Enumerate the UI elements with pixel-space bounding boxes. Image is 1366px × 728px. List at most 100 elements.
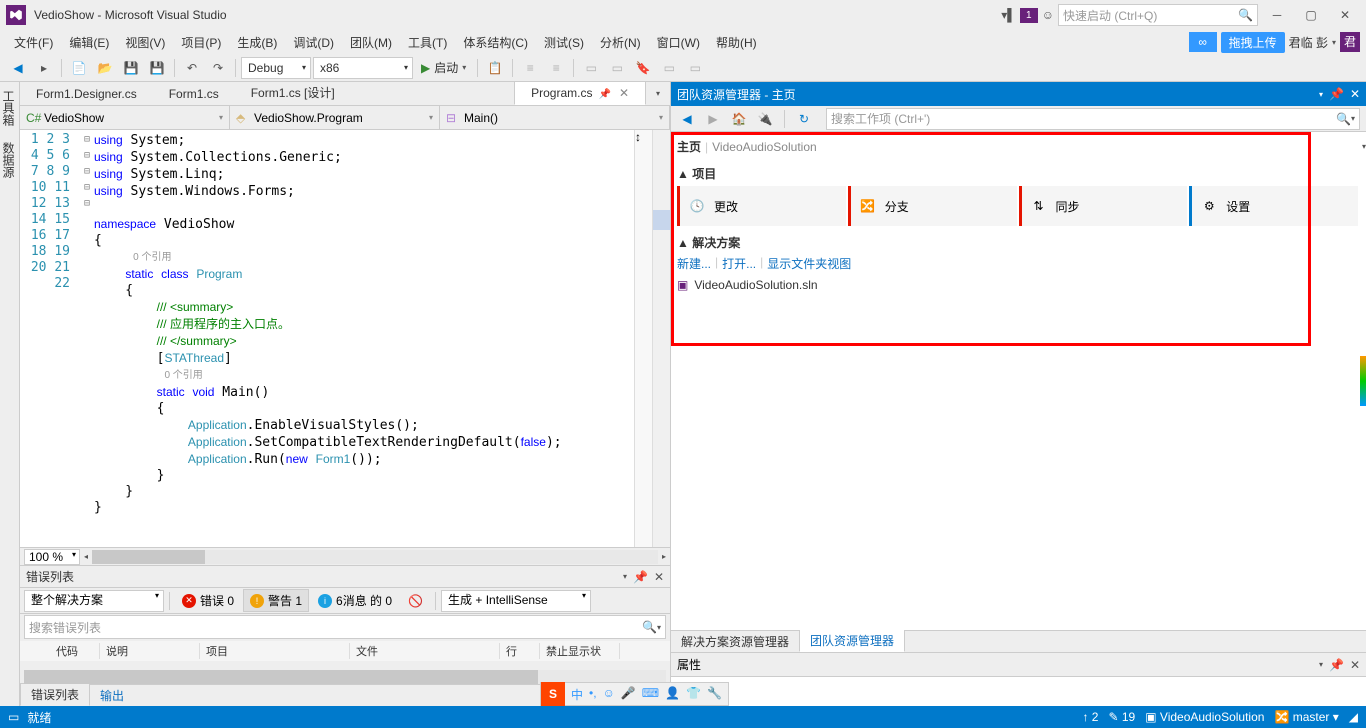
menu-edit[interactable]: 编辑(E): [61, 32, 117, 53]
home-icon[interactable]: 🏠: [729, 109, 749, 129]
scope-select[interactable]: 整个解决方案: [24, 590, 164, 612]
user-name[interactable]: 君临 彭: [1289, 34, 1328, 51]
user-dropdown-icon[interactable]: ▾: [1332, 38, 1336, 47]
tab-program-cs[interactable]: Program.cs📌✕: [514, 82, 646, 105]
link-show[interactable]: 显示文件夹视图: [767, 255, 851, 272]
forward-button[interactable]: ▸: [32, 56, 56, 80]
editor-hscroll[interactable]: [92, 550, 658, 564]
menu-project[interactable]: 项目(P): [173, 32, 229, 53]
scroll-left-icon[interactable]: ◂: [84, 552, 88, 561]
save-button[interactable]: 💾: [119, 56, 143, 80]
nav-class[interactable]: ⬘VedioShow.Program: [230, 106, 440, 129]
link-new[interactable]: 新建...: [677, 255, 711, 272]
split-button[interactable]: ↕: [634, 130, 652, 547]
close-panel-icon[interactable]: ✕: [654, 570, 664, 584]
ime-punct-icon[interactable]: •,: [589, 686, 597, 703]
undo-button[interactable]: ↶: [180, 56, 204, 80]
forward-button[interactable]: ▶: [703, 109, 723, 129]
menu-team[interactable]: 团队(M): [342, 32, 400, 53]
tile-branches[interactable]: 🔀分支: [848, 186, 1017, 226]
code-content[interactable]: using System; using System.Collections.G…: [94, 130, 634, 547]
refresh-icon[interactable]: ↻: [794, 109, 814, 129]
ime-skin-icon[interactable]: 👕: [686, 686, 701, 703]
pin-icon[interactable]: 📌: [598, 89, 610, 100]
ime-bar[interactable]: S 中 •, ☺ 🎤 ⌨ 👤 👕 🔧: [540, 682, 729, 706]
tile-settings[interactable]: ⚙设置: [1189, 186, 1358, 226]
tb-btn-4[interactable]: ▭: [579, 56, 603, 80]
redo-button[interactable]: ↷: [206, 56, 230, 80]
link-open[interactable]: 打开...: [722, 255, 756, 272]
flag-icon[interactable]: ▾▌: [1001, 8, 1016, 22]
notification-badge[interactable]: 1: [1020, 8, 1038, 23]
error-search-input[interactable]: 搜索错误列表 🔍▾: [24, 615, 666, 639]
col-file[interactable]: 文件: [350, 643, 500, 659]
menu-file[interactable]: 文件(F): [6, 32, 61, 53]
back-button[interactable]: ◀: [677, 109, 697, 129]
pin-icon[interactable]: 📌: [1329, 87, 1344, 101]
status-up[interactable]: ↑ 2: [1082, 710, 1098, 724]
tab-form1-cs[interactable]: Form1.cs: [153, 83, 235, 105]
col-code[interactable]: 代码: [50, 643, 100, 659]
menu-build[interactable]: 生成(B): [229, 32, 285, 53]
col-suppress[interactable]: 禁止显示状: [540, 643, 620, 659]
ime-lang[interactable]: 中: [571, 686, 583, 703]
fold-column[interactable]: ⊟ ⊟ ⊟ ⊟ ⊟: [80, 130, 94, 547]
platform-select[interactable]: x86: [313, 57, 413, 79]
ime-emoji-icon[interactable]: ☺: [603, 686, 615, 703]
tb-btn-2[interactable]: ≡: [518, 56, 542, 80]
new-project-button[interactable]: 📄: [67, 56, 91, 80]
menu-analyze[interactable]: 分析(N): [592, 32, 649, 53]
tb-btn-5[interactable]: ▭: [605, 56, 629, 80]
open-button[interactable]: 📂: [93, 56, 117, 80]
back-button[interactable]: ◀: [6, 56, 30, 80]
solution-file[interactable]: ▣ VideoAudioSolution.sln: [677, 278, 1360, 292]
code-editor[interactable]: 1 2 3 4 5 6 7 8 9 10 11 12 13 14 15 16 1…: [20, 130, 670, 547]
warnings-filter[interactable]: !警告 1: [243, 589, 309, 612]
dropdown-icon[interactable]: ▾: [1362, 142, 1366, 151]
menu-arch[interactable]: 体系结构(C): [455, 32, 536, 53]
cloud-icon[interactable]: ∞: [1189, 32, 1217, 52]
pin-icon[interactable]: 📌: [633, 570, 648, 584]
zoom-select[interactable]: 100 %: [24, 549, 80, 565]
menu-tools[interactable]: 工具(T): [400, 32, 455, 53]
plug-icon[interactable]: 🔌: [755, 109, 775, 129]
save-all-button[interactable]: 💾: [145, 56, 169, 80]
ime-mic-icon[interactable]: 🎤: [621, 686, 636, 703]
close-panel-icon[interactable]: ✕: [1350, 87, 1360, 101]
col-project[interactable]: 项目: [200, 643, 350, 659]
status-branch[interactable]: 🔀 master ▾: [1274, 710, 1338, 724]
tab-team-explorer[interactable]: 团队资源管理器: [799, 629, 905, 652]
close-button[interactable]: ✕: [1330, 3, 1360, 27]
start-debug-button[interactable]: ▶启动▾: [415, 59, 472, 76]
menu-test[interactable]: 测试(S): [536, 32, 592, 53]
close-tab-icon[interactable]: ✕: [619, 86, 629, 100]
nav-method[interactable]: ⊟Main(): [440, 106, 670, 129]
tab-form1-designer[interactable]: Form1.Designer.cs: [20, 83, 153, 105]
close-panel-icon[interactable]: ✕: [1350, 658, 1360, 672]
menu-window[interactable]: 窗口(W): [649, 32, 708, 53]
quick-launch-input[interactable]: 快速启动 (Ctrl+Q) 🔍: [1058, 4, 1258, 26]
ime-keyboard-icon[interactable]: ⌨: [642, 686, 659, 703]
scroll-right-icon[interactable]: ▸: [662, 552, 666, 561]
maximize-button[interactable]: ▢: [1296, 3, 1326, 27]
tab-datasource[interactable]: 数据源: [0, 134, 19, 186]
minimize-button[interactable]: ─: [1262, 3, 1292, 27]
tab-error-list[interactable]: 错误列表: [20, 683, 90, 706]
scroll-marker[interactable]: [652, 130, 670, 547]
tile-sync[interactable]: ⇅同步: [1019, 186, 1188, 226]
menu-view[interactable]: 视图(V): [117, 32, 173, 53]
user-avatar[interactable]: 君: [1340, 32, 1360, 52]
build-select[interactable]: 生成 + IntelliSense: [441, 590, 591, 612]
tb-btn-1[interactable]: 📋: [483, 56, 507, 80]
tb-btn-7[interactable]: ▭: [683, 56, 707, 80]
tile-changes[interactable]: 🕓更改: [677, 186, 846, 226]
team-search-input[interactable]: 搜索工作项 (Ctrl+') 🔍▾: [826, 108, 1360, 130]
breadcrumb-home[interactable]: 主页: [677, 138, 701, 155]
errors-filter[interactable]: ✕错误 0: [175, 589, 241, 612]
clear-filter-icon[interactable]: 🚫: [401, 591, 430, 611]
tab-output[interactable]: 输出: [90, 685, 134, 706]
ime-account-icon[interactable]: 👤: [665, 686, 680, 703]
tb-btn-6[interactable]: ▭: [657, 56, 681, 80]
col-desc[interactable]: 说明: [100, 643, 200, 659]
tab-solution-explorer[interactable]: 解决方案资源管理器: [671, 631, 799, 652]
